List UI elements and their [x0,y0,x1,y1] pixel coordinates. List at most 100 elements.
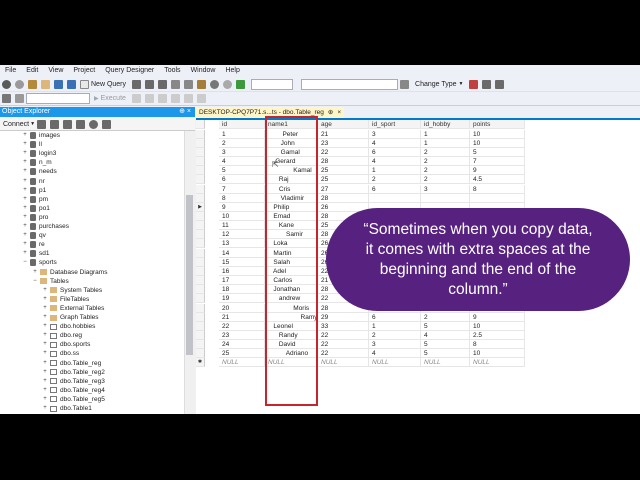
tree-item[interactable]: + Database Diagrams [32,268,107,277]
grid-cell[interactable]: Ramy [265,312,318,322]
grid-cell[interactable]: 6 [219,175,265,185]
grid-cell[interactable]: 10 [470,138,525,148]
grid-cell[interactable]: 21 [219,312,265,322]
grid-cell[interactable]: 13 [219,239,265,249]
table-row[interactable]: 8 Vladimir 28 [196,193,640,203]
expand-icon[interactable]: + [22,167,28,176]
row-selector[interactable] [196,340,205,350]
tree-item[interactable]: + FileTables [42,295,89,304]
grid-cell[interactable]: 22 [318,147,369,157]
expand-icon[interactable]: + [42,313,48,322]
grid-cell[interactable]: Gamal [265,147,318,157]
tree-item[interactable]: + dbo.Table_reg [42,359,101,368]
tree-item[interactable]: + dbo.hobbies [42,322,95,331]
debug-icon[interactable] [236,79,246,89]
current-row-arrow-icon[interactable]: ▶ [196,202,205,212]
grid-cell[interactable]: 29 [318,312,369,322]
table-row[interactable]: 22 Leonel 33 1 5 10 [196,321,640,331]
row-selector[interactable] [196,157,205,167]
grid-cell[interactable]: Martin [265,248,318,258]
grid-cell[interactable]: 8 [470,184,525,194]
tree-item[interactable]: + po1 [22,204,50,213]
grid-cell[interactable]: 2 [369,175,421,185]
tree-item[interactable]: + dbo.Table_reg4 [42,386,105,395]
grid-cell[interactable]: 2 [421,147,470,157]
grid-cell[interactable]: Emad [265,212,318,221]
grid-cell[interactable]: Randy [265,330,318,340]
tree-item[interactable]: + sd1 [22,249,49,258]
grid-cell[interactable]: 25 [318,166,369,176]
grid-cell[interactable]: John [265,138,318,148]
expand-icon[interactable]: + [22,131,28,140]
grid-cell[interactable]: 2 [219,138,265,148]
row-selector[interactable] [196,239,205,249]
tree-item[interactable]: + External Tables [42,304,104,313]
row-selector[interactable] [196,175,205,185]
row-selector[interactable] [196,221,205,231]
grid-cell[interactable]: 10 [219,212,265,221]
table-row[interactable]: 21 Ramy 29 6 2 9 [196,312,640,322]
mdx-icon[interactable] [158,79,168,89]
grid-cell[interactable]: 25 [219,349,265,359]
row-selector[interactable] [196,349,205,359]
grid-cell[interactable]: 4 [219,157,265,167]
grid-cell[interactable]: 1 [219,129,265,139]
grid-cell[interactable]: Moris [265,303,318,313]
column-header-name1[interactable]: name1 [265,120,318,129]
grid-cell[interactable]: 2 [421,312,470,322]
grid-cell[interactable]: 12 [219,230,265,240]
row-selector[interactable] [196,266,205,276]
grid-cell[interactable]: Peter [265,129,318,139]
grid-cell[interactable]: 7 [219,184,265,194]
row-selector[interactable] [196,321,205,331]
pin-icon[interactable]: ⊕ × [179,107,191,117]
filter-icon[interactable] [76,119,86,129]
grid-cell[interactable]: 5 [421,349,470,359]
grid-cell[interactable]: 22 [318,330,369,340]
row-selector[interactable] [196,120,205,129]
tree-item[interactable]: + images [22,131,60,140]
grid-cell[interactable] [421,193,470,203]
grid-cell[interactable]: 4.5 [470,175,525,185]
expand-icon[interactable]: + [22,158,28,167]
grid-cell[interactable]: 22 [318,340,369,350]
expand-icon[interactable]: + [42,286,48,295]
grid-cell[interactable]: 8 [470,340,525,350]
find-icon[interactable] [400,79,410,89]
tree-item[interactable]: + dbo.reg [42,331,82,340]
expand-icon[interactable]: + [22,186,28,195]
expand-icon[interactable]: + [42,322,48,331]
disconnect-icon[interactable] [50,119,60,129]
expand-icon[interactable]: + [42,368,48,377]
database-selector[interactable] [26,93,90,104]
expand-icon[interactable]: + [42,340,48,349]
tree-item[interactable]: + System Tables [42,286,102,295]
table-row[interactable]: 24 David 22 3 5 8 [196,340,640,350]
grid-cell[interactable]: 5 [421,340,470,350]
tree-item[interactable]: + purchases [22,222,69,231]
indent-icon[interactable] [196,94,206,103]
grid-cell[interactable]: 10 [470,321,525,331]
grid-cell[interactable]: NULL [265,358,318,368]
parse-icon[interactable] [157,94,167,103]
grid-cell[interactable]: 22 [318,349,369,359]
new-project-icon[interactable] [28,79,37,89]
table-row[interactable]: 1 Peter 21 3 1 10 [196,129,640,139]
tree-item[interactable]: + login3 [22,149,56,158]
grid-cell[interactable]: NULL [318,358,369,368]
tree-item[interactable]: + re [22,240,45,249]
menu-file[interactable]: File [0,67,21,74]
row-selector[interactable] [196,285,205,295]
grid-cell[interactable]: NULL [421,358,470,368]
grid-cell[interactable]: 2 [421,166,470,176]
row-selector[interactable] [196,193,205,203]
tree-item[interactable]: + dbo.Table_reg3 [42,377,105,386]
grid-cell[interactable]: 3 [369,340,421,350]
execute-button[interactable]: ▶ Execute [94,93,126,104]
grid-cell[interactable]: 1 [421,129,470,139]
row-selector[interactable] [196,166,205,176]
menu-help[interactable]: Help [220,67,244,74]
row-selector[interactable] [196,303,205,313]
grid-cell[interactable]: 3 [219,147,265,157]
grid-cell[interactable]: 5 [470,147,525,157]
